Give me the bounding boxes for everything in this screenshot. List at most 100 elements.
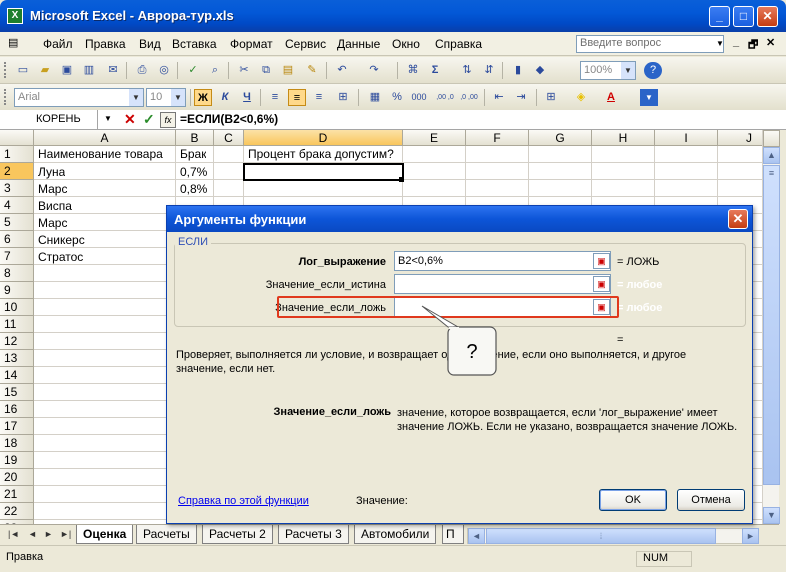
tab-ocenka[interactable]: Оценка: [76, 525, 134, 544]
doc-minimize-button[interactable]: _: [733, 36, 739, 48]
currency-icon[interactable]: ▦: [366, 89, 384, 106]
paste-icon[interactable]: ▤: [279, 62, 297, 79]
row-header-12[interactable]: 12: [0, 333, 34, 350]
dialog-close-button[interactable]: ✕: [728, 209, 748, 229]
print-preview-icon[interactable]: ◎: [155, 62, 173, 79]
arg-input-value-if-true[interactable]: [394, 274, 611, 294]
sort-ascending-icon[interactable]: ⇅: [458, 62, 476, 79]
borders-icon[interactable]: ⊞: [542, 89, 560, 106]
row-header-6[interactable]: 6: [0, 231, 34, 248]
redo-icon[interactable]: ↷: [365, 62, 383, 79]
cell-a3[interactable]: Марс: [36, 181, 67, 198]
cut-icon[interactable]: ✂: [235, 62, 253, 79]
column-header-b[interactable]: B: [176, 130, 214, 146]
enter-button[interactable]: ✓: [143, 111, 155, 128]
cell-b3[interactable]: 0,8%: [178, 181, 207, 198]
column-header-c[interactable]: C: [214, 130, 244, 146]
column-header-h[interactable]: H: [592, 130, 655, 146]
row-header-18[interactable]: 18: [0, 435, 34, 452]
scroll-thumb[interactable]: ≡: [763, 165, 780, 485]
row-header-9[interactable]: 9: [0, 282, 34, 299]
row-header-20[interactable]: 20: [0, 469, 34, 486]
cell-a4[interactable]: Виспа: [36, 198, 72, 215]
align-left-icon[interactable]: ≡: [266, 89, 284, 106]
minimize-button[interactable]: _: [709, 6, 730, 27]
increase-decimal-button[interactable]: ,00 ,0: [434, 89, 456, 106]
underline-button[interactable]: Ч: [238, 89, 256, 106]
prev-sheet-button[interactable]: ◄: [28, 529, 37, 539]
fill-handle[interactable]: [399, 177, 404, 182]
cell-a5[interactable]: Марс: [36, 215, 67, 232]
menu-edit[interactable]: Правка: [85, 37, 126, 51]
column-header-g[interactable]: G: [529, 130, 592, 146]
scroll-up-icon[interactable]: ▲: [763, 147, 780, 164]
collapse-dialog-icon[interactable]: ▣: [593, 253, 610, 269]
close-button[interactable]: ✕: [757, 6, 778, 27]
tab-avtomobili[interactable]: Автомобили: [354, 525, 437, 544]
hyperlink-icon[interactable]: ⌘: [404, 62, 422, 79]
open-icon[interactable]: ▰: [36, 62, 54, 79]
email-icon[interactable]: ✉: [104, 62, 122, 79]
autosum-icon[interactable]: Σ: [426, 62, 444, 79]
copy-icon[interactable]: ⧉: [257, 62, 275, 79]
menu-data[interactable]: Данные: [337, 37, 380, 51]
collapse-dialog-icon[interactable]: ▣: [593, 276, 610, 292]
row-header-21[interactable]: 21: [0, 486, 34, 503]
row-header-7[interactable]: 7: [0, 248, 34, 265]
menu-insert[interactable]: Вставка: [172, 37, 217, 51]
row-header-14[interactable]: 14: [0, 367, 34, 384]
percent-button[interactable]: %: [388, 89, 406, 106]
window-title-bar[interactable]: X Microsoft Excel - Аврора-тур.xls _ □ ✕: [0, 0, 786, 32]
row-header-8[interactable]: 8: [0, 265, 34, 282]
new-icon[interactable]: ▭: [14, 62, 32, 79]
ok-button[interactable]: OK: [599, 489, 667, 511]
tab-truncated[interactable]: П: [442, 525, 464, 544]
menu-tools[interactable]: Сервис: [285, 37, 326, 51]
row-header-16[interactable]: 16: [0, 401, 34, 418]
scroll-down-icon[interactable]: ▼: [763, 507, 780, 524]
chart-wizard-icon[interactable]: ▮: [509, 62, 527, 79]
column-header-e[interactable]: E: [403, 130, 466, 146]
font-color-button[interactable]: A: [602, 89, 620, 106]
first-sheet-button[interactable]: |◄: [8, 529, 19, 539]
maximize-button[interactable]: □: [733, 6, 754, 27]
dialog-title[interactable]: Аргументы функции: [167, 206, 752, 232]
insert-function-button[interactable]: fx: [160, 112, 176, 128]
cell-b1[interactable]: Брак: [178, 146, 206, 163]
research-icon[interactable]: ⌕: [206, 62, 224, 79]
row-header-17[interactable]: 17: [0, 418, 34, 435]
ask-question-input[interactable]: Введите вопрос: [576, 35, 724, 53]
cell-a7[interactable]: Стратос: [36, 249, 83, 266]
column-header-a[interactable]: A: [34, 130, 176, 146]
toolbar-options-icon[interactable]: ▼: [640, 89, 658, 106]
menu-file[interactable]: Файл: [43, 37, 73, 51]
format-painter-icon[interactable]: ✎: [303, 62, 321, 79]
select-all-corner[interactable]: [0, 130, 34, 146]
increase-indent-icon[interactable]: ⇥: [512, 89, 530, 106]
vertical-scrollbar[interactable]: ▲ ≡ ▼: [762, 130, 780, 524]
tab-raschety-3[interactable]: Расчеты 3: [278, 525, 349, 544]
horizontal-scrollbar[interactable]: ◄ ⦙ ►: [467, 528, 759, 544]
tab-raschety-2[interactable]: Расчеты 2: [202, 525, 273, 544]
column-header-j[interactable]: J: [718, 130, 762, 146]
menu-format[interactable]: Формат: [230, 37, 273, 51]
help-icon[interactable]: ?: [644, 62, 662, 79]
align-right-icon[interactable]: ≡: [310, 89, 328, 106]
toolbar-grip[interactable]: [4, 62, 7, 78]
row-header-2[interactable]: 2: [0, 163, 34, 180]
next-sheet-button[interactable]: ►: [44, 529, 53, 539]
decrease-decimal-button[interactable]: ,0 ,00: [458, 89, 480, 106]
row-header-13[interactable]: 13: [0, 350, 34, 367]
row-header-15[interactable]: 15: [0, 384, 34, 401]
row-header-22[interactable]: 22: [0, 503, 34, 520]
function-help-link[interactable]: Справка по этой функции: [178, 495, 309, 507]
doc-restore-button[interactable]: 🗗: [748, 36, 758, 55]
menu-view[interactable]: Вид: [139, 37, 161, 51]
spelling-icon[interactable]: ✓: [184, 62, 202, 79]
active-cell-d2[interactable]: [243, 163, 404, 181]
italic-button[interactable]: К: [216, 89, 234, 106]
formula-text[interactable]: =ЕСЛИ(B2<0,6%): [180, 112, 278, 126]
document-icon[interactable]: ▤: [8, 36, 18, 49]
align-center-icon[interactable]: ≡: [288, 89, 306, 106]
row-header-11[interactable]: 11: [0, 316, 34, 333]
